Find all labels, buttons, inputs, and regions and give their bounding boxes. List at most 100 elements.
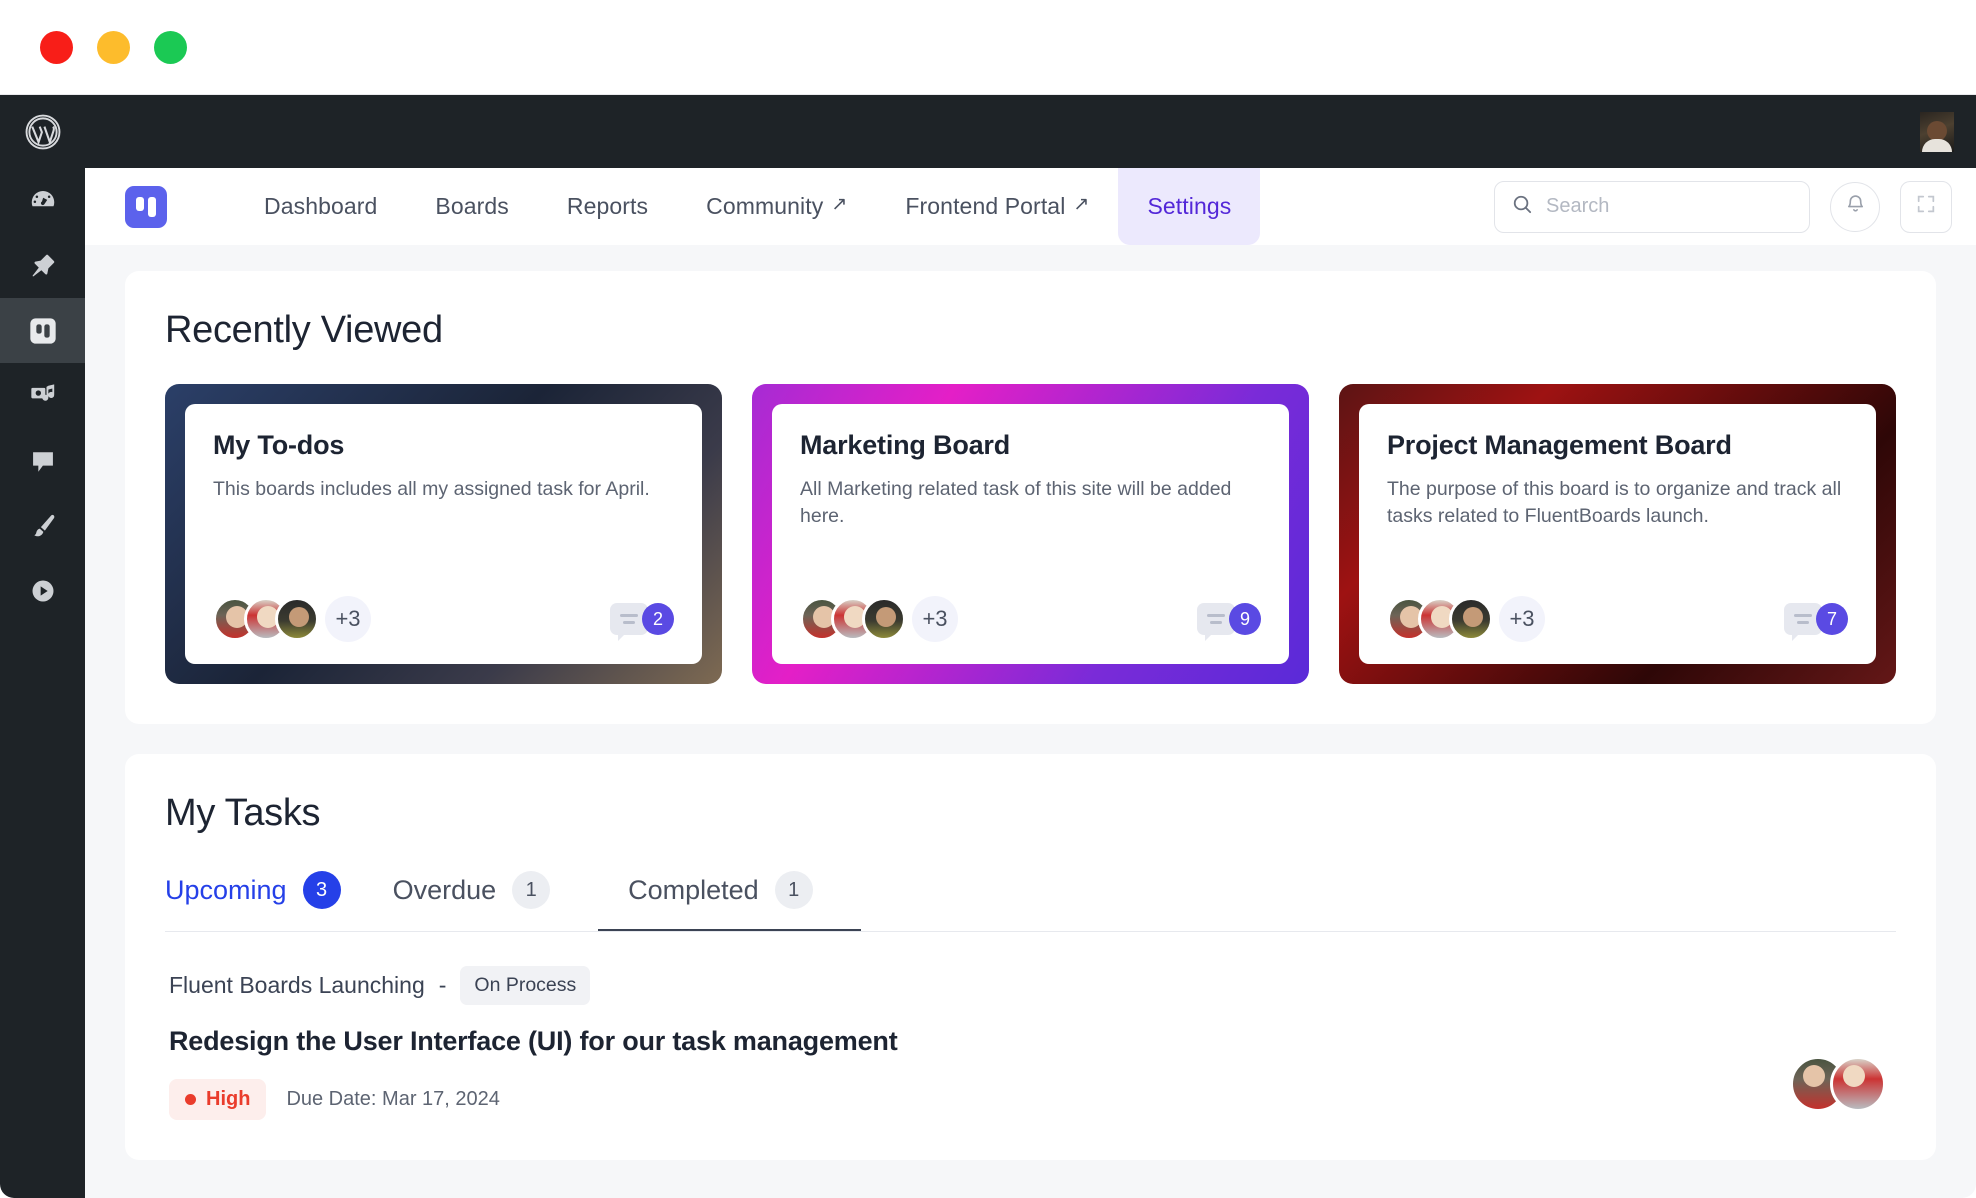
extra-members-count[interactable]: +3 — [325, 596, 371, 642]
tab-label: Overdue — [392, 874, 497, 905]
app-content: Recently Viewed My To-dos This boards in… — [85, 245, 1976, 1198]
board-card-body: My To-dos This boards includes all my as… — [185, 404, 702, 664]
board-card-footer: +3 9 — [800, 596, 1261, 642]
external-link-icon: ↗ — [831, 194, 848, 215]
sidebar-item-fluentboards[interactable] — [0, 298, 85, 363]
sidebar-item-posts[interactable] — [0, 233, 85, 298]
minimize-button[interactable] — [97, 30, 130, 64]
board-card-title: Marketing Board — [800, 430, 1011, 460]
search-box[interactable] — [1494, 180, 1810, 233]
fluentboards-logo[interactable] — [125, 185, 167, 228]
nav-item-community[interactable]: Community ↗ — [677, 168, 876, 245]
due-date: Due Date: Mar 17, 2024 — [286, 1088, 500, 1110]
task-board-name[interactable]: Fluent Boards Launching — [169, 972, 425, 999]
avatar — [1830, 1056, 1886, 1112]
board-card-description: All Marketing related task of this site … — [800, 478, 1232, 527]
nav-item-boards[interactable]: Boards — [406, 168, 537, 245]
avatar[interactable] — [1920, 111, 1954, 152]
external-link-icon: ↗ — [1073, 194, 1090, 215]
tab-overdue[interactable]: Overdue 1 — [389, 871, 599, 931]
nav-item-label: Community — [706, 193, 824, 219]
nav-right-group — [1494, 180, 1952, 233]
logo-bar-right — [148, 196, 156, 217]
tab-label: Upcoming — [165, 874, 287, 905]
board-card-list: My To-dos This boards includes all my as… — [165, 384, 1896, 684]
board-card[interactable]: Marketing Board All Marketing related ta… — [752, 384, 1309, 684]
dashboard-gauge-icon — [28, 186, 58, 216]
sidebar-item-wordpress[interactable] — [0, 95, 85, 168]
board-card-body: Project Management Board The purpose of … — [1359, 404, 1876, 664]
fullscreen-icon — [1915, 193, 1937, 220]
member-avatar-group[interactable]: +3 — [1387, 596, 1545, 642]
close-button[interactable] — [40, 30, 73, 64]
comment-indicator[interactable]: 7 — [1784, 603, 1848, 641]
board-card-description: This boards includes all my assigned tas… — [213, 478, 650, 500]
extra-members-count[interactable]: +3 — [1499, 596, 1545, 642]
board-card[interactable]: My To-dos This boards includes all my as… — [165, 384, 722, 684]
task-separator: - — [438, 972, 447, 998]
board-card-title: Project Management Board — [1387, 430, 1732, 460]
board-card-footer: +3 7 — [1387, 596, 1848, 642]
app-navbar: Dashboard Boards Reports Community ↗ Fro… — [85, 168, 1976, 245]
search-input[interactable] — [1546, 195, 1793, 218]
nav-item-label: Frontend Portal — [905, 193, 1066, 219]
wp-content-column: Dashboard Boards Reports Community ↗ Fro… — [85, 95, 1976, 1198]
task-title[interactable]: Redesign the User Interface (UI) for our… — [169, 1026, 1892, 1057]
tab-count-badge: 1 — [774, 871, 813, 909]
tab-count-badge: 1 — [512, 871, 551, 909]
tab-count-badge: 3 — [302, 871, 341, 909]
section-title: My Tasks — [165, 792, 321, 834]
notifications-button[interactable] — [1830, 181, 1880, 232]
wordpress-logo-icon — [24, 113, 62, 151]
app-window: Dashboard Boards Reports Community ↗ Fro… — [0, 0, 1976, 1198]
priority-label: High — [206, 1088, 251, 1110]
nav-item-label: Settings — [1147, 193, 1232, 219]
tab-upcoming[interactable]: Upcoming 3 — [165, 871, 389, 931]
member-avatar-group[interactable]: +3 — [213, 596, 371, 642]
wordpress-frame: Dashboard Boards Reports Community ↗ Fro… — [0, 95, 1976, 1198]
sidebar-item-plugins[interactable] — [0, 558, 85, 623]
sidebar-item-dashboard[interactable] — [0, 168, 85, 233]
fluentboards-icon — [27, 315, 59, 347]
board-card-title: My To-dos — [213, 430, 345, 460]
tab-label: Completed — [628, 874, 759, 905]
comment-count-badge: 7 — [1816, 603, 1848, 635]
comment-indicator[interactable]: 9 — [1197, 603, 1261, 641]
task-assignee-group[interactable] — [1790, 1056, 1886, 1112]
priority-badge: High — [169, 1079, 267, 1120]
avatar — [862, 597, 906, 641]
fluentboards-app: Dashboard Boards Reports Community ↗ Fro… — [85, 168, 1976, 1198]
page-title: Recently Viewed — [165, 309, 443, 351]
comment-indicator[interactable]: 2 — [610, 603, 674, 641]
sidebar-item-comments[interactable] — [0, 428, 85, 493]
task-meta: Fluent Boards Launching - On Process — [169, 966, 1892, 1005]
task-row[interactable]: Fluent Boards Launching - On Process Red… — [165, 932, 1896, 1120]
sidebar-item-appearance[interactable] — [0, 493, 85, 558]
nav-item-settings[interactable]: Settings — [1118, 168, 1261, 245]
avatar — [275, 597, 319, 641]
wp-admin-bar — [85, 95, 1976, 168]
paintbrush-icon — [29, 512, 57, 540]
nav-item-frontend-portal[interactable]: Frontend Portal ↗ — [876, 168, 1118, 245]
wp-admin-sidebar — [0, 95, 85, 1198]
zoom-button[interactable] — [154, 30, 187, 64]
media-icon — [29, 382, 57, 410]
sidebar-item-media[interactable] — [0, 363, 85, 428]
board-card[interactable]: Project Management Board The purpose of … — [1339, 384, 1896, 684]
extra-members-count[interactable]: +3 — [912, 596, 958, 642]
tab-completed[interactable]: Completed 1 — [598, 871, 861, 931]
nav-item-dashboard[interactable]: Dashboard — [235, 168, 406, 245]
board-card-description: The purpose of this board is to organize… — [1387, 478, 1842, 527]
board-card-body: Marketing Board All Marketing related ta… — [772, 404, 1289, 664]
plugin-play-icon — [29, 577, 57, 605]
my-tasks-panel: My Tasks Upcoming 3 Overdue 1 Completed … — [125, 754, 1936, 1160]
fullscreen-button[interactable] — [1900, 180, 1952, 233]
nav-item-reports[interactable]: Reports — [538, 168, 677, 245]
task-stage-badge: On Process — [460, 966, 591, 1005]
priority-dot-icon — [185, 1094, 196, 1105]
search-icon — [1511, 193, 1534, 221]
member-avatar-group[interactable]: +3 — [800, 596, 958, 642]
window-titlebar — [0, 0, 1976, 95]
nav-item-label: Boards — [435, 193, 509, 219]
nav-links: Dashboard Boards Reports Community ↗ Fro… — [235, 168, 1261, 245]
